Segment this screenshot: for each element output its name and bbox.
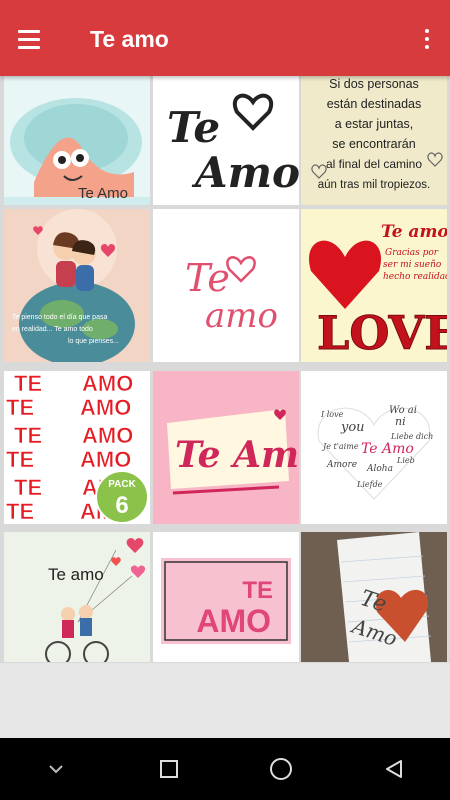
tile-te-amo-heart-script[interactable]: Te Amo xyxy=(153,76,299,205)
pack-word-7: TE xyxy=(6,447,34,472)
pink-line-2: amo xyxy=(205,296,278,336)
quote-line-3: a estar juntas, xyxy=(335,117,414,131)
app-bar: Te amo xyxy=(0,0,450,76)
tile-word-heart-cloud[interactable]: I love you Wo ai ni Te Amo Je t'aime Lie… xyxy=(301,371,447,524)
tile-te-amo-pink-script[interactable]: Te amo xyxy=(153,209,299,362)
pack-word-3: TE xyxy=(6,395,34,420)
hamburger-menu-icon[interactable] xyxy=(18,24,52,54)
bicycle-text: Te amo xyxy=(48,565,104,584)
tile-quote-card[interactable]: Si dos personas están destinadas a estar… xyxy=(301,76,447,205)
image-grid: Te Amo Te Amo Si dos personas están dest… xyxy=(0,76,450,663)
more-vert-icon[interactable] xyxy=(420,24,434,54)
cloud-word-6: Je t'aime xyxy=(321,442,359,451)
framed-art: TE AMO xyxy=(153,532,299,662)
globe-text-1: Te pienso todo el día que pasa xyxy=(12,314,107,321)
pack-badge-label: PACK xyxy=(108,479,136,490)
te-amo-script-art: Te Amo xyxy=(153,76,299,205)
globe-text-3: lo que pienses... xyxy=(68,338,119,345)
framed-line-2: AMO xyxy=(196,603,271,639)
paper-heart-art: Te Amo xyxy=(301,532,447,662)
script-line-1: Te xyxy=(167,103,220,152)
tile-patrick-te-amo[interactable]: Te Amo xyxy=(4,76,150,205)
system-navigation-bar xyxy=(0,738,450,800)
home-circle-icon[interactable] xyxy=(261,749,301,789)
banner-text: Te Amo xyxy=(175,434,299,476)
tile-paper-heart-note[interactable]: Te Amo xyxy=(301,532,447,662)
quote-line-4: se encontrarán xyxy=(332,137,415,151)
love-heading: Te amo xyxy=(381,222,447,242)
cloud-word-10: Lieb xyxy=(396,456,415,465)
love-sub-3: hecho realidad xyxy=(383,272,447,282)
globe-text-2: en realidad... Te amo todo xyxy=(12,326,93,333)
tile-couple-on-globe[interactable]: Te pienso todo el día que pasa en realid… xyxy=(4,209,150,362)
pack-word-9: TE xyxy=(14,475,42,500)
pack-word-11: TE xyxy=(6,499,34,524)
bicycle-couple-art: Te amo xyxy=(4,532,150,662)
patrick-illustration: Te Amo xyxy=(4,76,150,205)
pack-word-5: TE xyxy=(14,423,42,448)
cloud-word-4: ni xyxy=(395,415,406,428)
pink-line-1: Te xyxy=(185,256,230,300)
pack-word-2: AMO xyxy=(82,371,133,396)
tile-te-amo-pack[interactable]: TE AMO TE AMO TE AMO TE AMO TE AMO TE AM… xyxy=(4,371,150,524)
pack-word-6: AMO xyxy=(82,423,133,448)
quote-line-5: al final del camino xyxy=(326,157,422,171)
cloud-word-8: Amore xyxy=(326,460,357,470)
cloud-word-11: Liefde xyxy=(356,480,383,489)
cloud-word-7: Liebe dich xyxy=(390,432,433,441)
pack-badge-number: 6 xyxy=(115,492,128,519)
cloud-word-5: Te Amo xyxy=(361,441,414,457)
love-sub-2: ser mi sueño xyxy=(383,260,442,270)
script-line-2: Amo xyxy=(191,148,299,197)
cloud-word-1: I love xyxy=(320,410,344,419)
pink-script-art: Te amo xyxy=(153,209,299,362)
quote-line-2: están destinadas xyxy=(327,97,422,111)
love-word: LOVE xyxy=(317,306,447,360)
word-heart-art: I love you Wo ai ni Te Amo Je t'aime Lie… xyxy=(301,371,447,524)
love-sub-1: Gracias por xyxy=(385,248,439,258)
recents-square-icon[interactable] xyxy=(149,749,189,789)
cloud-word-2: you xyxy=(340,420,365,435)
tile-caption: Te Amo xyxy=(78,185,128,202)
quote-line-6: aún tras mil tropiezos. xyxy=(318,179,431,191)
pack-word-4: AMO xyxy=(80,395,131,420)
back-triangle-icon[interactable] xyxy=(374,749,414,789)
pack-word-8: AMO xyxy=(80,447,131,472)
framed-line-1: TE xyxy=(242,577,273,604)
couple-globe-art: Te pienso todo el día que pasa en realid… xyxy=(4,209,150,362)
app-title: Te amo xyxy=(90,26,169,52)
quote-line-1: Si dos personas xyxy=(329,77,419,91)
cloud-word-9: Aloha xyxy=(366,464,393,474)
pack-word-1: TE xyxy=(14,371,42,396)
tile-te-amo-framed[interactable]: TE AMO xyxy=(153,532,299,662)
chevron-down-icon[interactable] xyxy=(36,749,76,789)
pink-banner-art: Te Amo xyxy=(153,371,299,524)
tile-te-amo-pink-banner[interactable]: Te Amo xyxy=(153,371,299,524)
tile-love-heart-card[interactable]: Te amo Gracias por ser mi sueño hecho re… xyxy=(301,209,447,362)
quote-art: Si dos personas están destinadas a estar… xyxy=(301,76,447,205)
pack-art: TE AMO TE AMO TE AMO TE AMO TE AMO TE AM… xyxy=(4,371,150,524)
tile-bicycle-couple[interactable]: Te amo xyxy=(4,532,150,662)
love-heart-art: Te amo Gracias por ser mi sueño hecho re… xyxy=(301,209,447,362)
